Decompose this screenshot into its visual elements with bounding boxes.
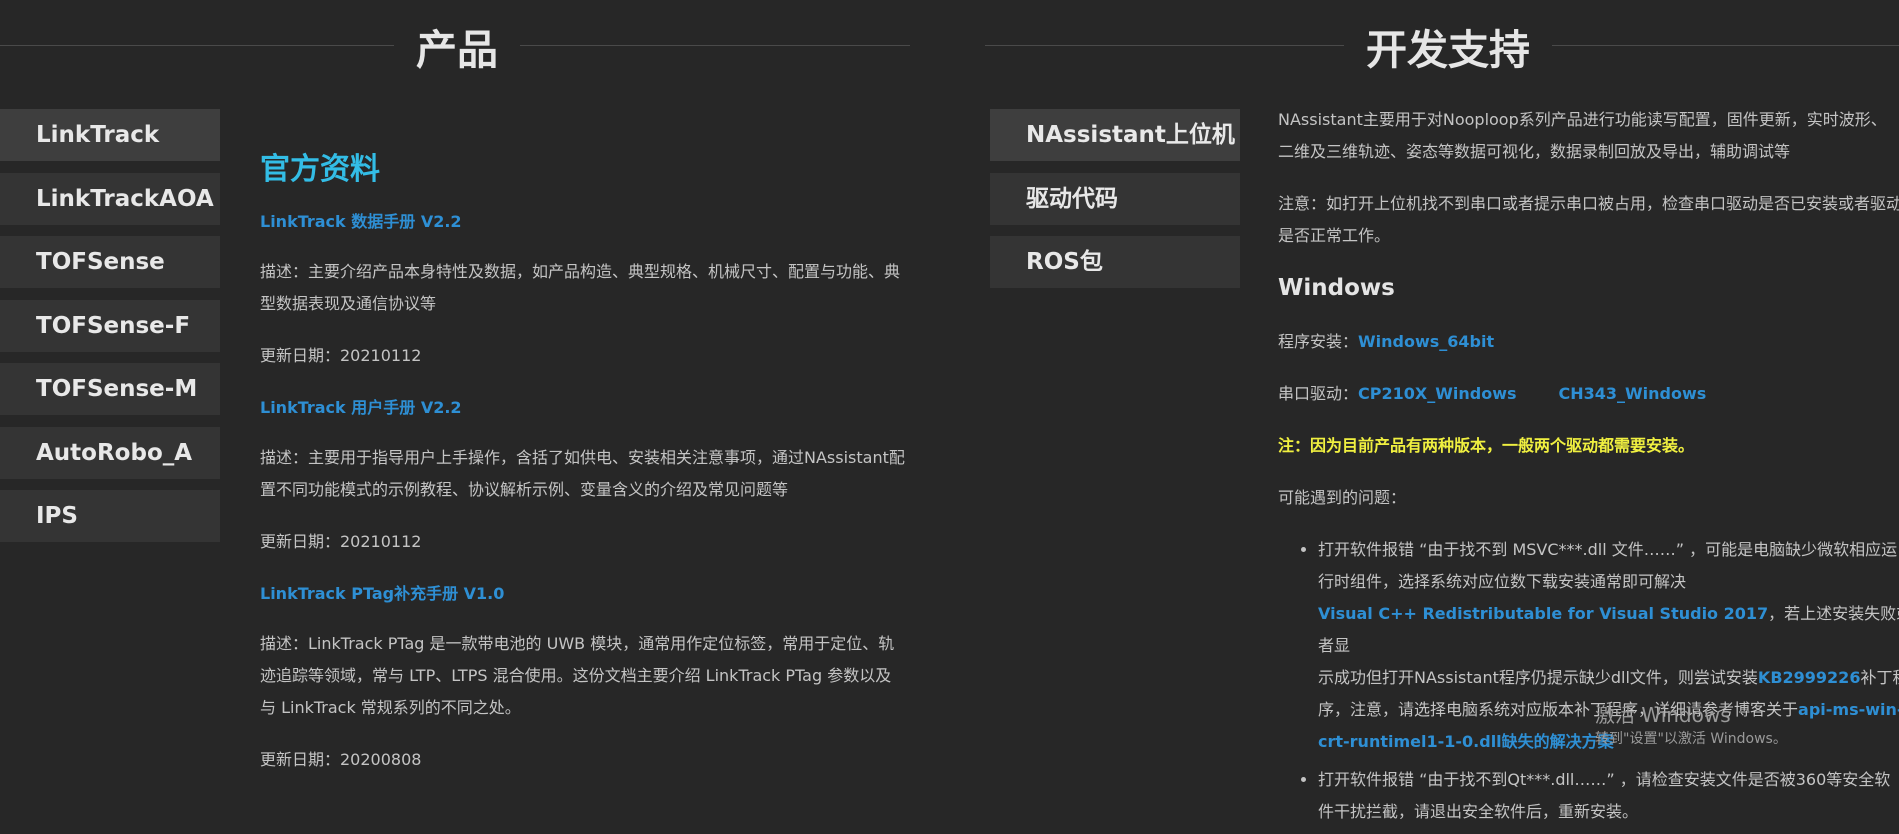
driver-label: 串口驱动： <box>1278 384 1359 403</box>
problems-label: 可能遇到的问题： <box>1278 488 1407 507</box>
issue-text: 示成功但打开NAssistant程序仍提示缺少dll文件，则尝试安装 <box>1318 668 1758 687</box>
doc-description: 描述：主要用于指导用户上手操作，含括了如供电、安装相关注意事项，通过NAssis… <box>260 448 905 499</box>
doc-link-ptag-manual[interactable]: LinkTrack PTag补充手册 V1.0 <box>260 578 905 610</box>
kb2999226-link[interactable]: KB2999226 <box>1758 668 1861 687</box>
issue-text: 补丁程 <box>1860 668 1899 687</box>
products-title: 产品 <box>394 22 520 78</box>
intro-line: 二维及三维轨迹、姿态等数据可视化，数据录制回放及导出，辅助调试等 <box>1278 142 1791 161</box>
doc-link-user-manual[interactable]: LinkTrack 用户手册 V2.2 <box>260 392 905 424</box>
install-row: 程序安装：Windows_64bit <box>1278 326 1899 358</box>
windows-heading: Windows <box>1278 275 1395 301</box>
blog-link-part2[interactable]: crt-runtimel1-1-0.dll缺失的解决方案 <box>1318 732 1614 751</box>
doc-link-datasheet[interactable]: LinkTrack 数据手册 V2.2 <box>260 206 905 238</box>
dev-tab-driver-code[interactable]: 驱动代码 <box>990 173 1240 225</box>
note-line: 是否正常工作。 <box>1278 226 1391 245</box>
doc-description: 描述：主要介绍产品本身特性及数据，如产品构造、典型规格、机械尺寸、配置与功能、典… <box>260 262 901 313</box>
ch343-driver-link[interactable]: CH343_Windows <box>1559 384 1707 403</box>
intro-line: NAssistant主要用于对Nooploop系列产品进行功能读写配置，固件更新… <box>1278 110 1887 129</box>
blog-link-part1[interactable]: api-ms-win- <box>1798 700 1899 719</box>
vc-redist-link[interactable]: Visual C++ Redistributable for Visual St… <box>1318 604 1768 623</box>
dev-tab-ros-package[interactable]: ROS包 <box>990 236 1240 288</box>
product-tab-tofsense-m[interactable]: TOFSense-M <box>0 363 220 415</box>
driver-row: 串口驱动：CP210X_Windows CH343_Windows <box>1278 378 1899 410</box>
watermark-title: 激活 Windows <box>1595 703 1731 727</box>
note-line: 注意：如打开上位机找不到串口或者提示串口被占用，检查串口驱动是否已安装或者驱动 <box>1278 194 1899 213</box>
issue-text: 打开软件报错 “由于找不到 MSVC***.dll 文件……” ，可能是电脑缺少… <box>1318 540 1898 559</box>
download-windows-64bit-link[interactable]: Windows_64bit <box>1358 332 1494 351</box>
product-tab-autorobo-a[interactable]: AutoRobo_A <box>0 427 220 479</box>
issue-list: 打开软件报错 “由于找不到 MSVC***.dll 文件……” ，可能是电脑缺少… <box>1278 534 1899 828</box>
product-tab-tofsense-f[interactable]: TOFSense-F <box>0 300 220 352</box>
product-tab-tofsense[interactable]: TOFSense <box>0 236 220 288</box>
doc-list: LinkTrack 数据手册 V2.2 描述：主要介绍产品本身特性及数据，如产品… <box>260 206 905 796</box>
product-tab-linktrack[interactable]: LinkTrack <box>0 109 220 161</box>
doc-date: 更新日期：20210112 <box>260 346 422 365</box>
install-label: 程序安装： <box>1278 332 1359 351</box>
product-tab-linktrackaoa[interactable]: LinkTrackAOA <box>0 173 220 225</box>
doc-date: 更新日期：20200808 <box>260 750 422 769</box>
official-docs-heading: 官方资料 <box>260 152 380 187</box>
cp210x-driver-link[interactable]: CP210X_Windows <box>1358 384 1516 403</box>
issue-text: 件干扰拦截，请退出安全软件后，重新安装。 <box>1318 802 1639 821</box>
watermark-subtitle: 转到"设置"以激活 Windows。 <box>1595 731 1787 747</box>
product-tab-ips[interactable]: IPS <box>0 490 220 542</box>
dev-title: 开发支持 <box>1344 22 1552 78</box>
issue-text: 行时组件，选择系统对应位数下载安装通常即可解决 <box>1318 572 1687 591</box>
doc-description: 描述：LinkTrack PTag 是一款带电池的 UWB 模块，通常用作定位标… <box>260 634 895 717</box>
issue-text: 打开软件报错 “由于找不到Qt***.dll……” ，请检查安装文件是否被360… <box>1318 770 1891 789</box>
doc-date: 更新日期：20210112 <box>260 532 422 551</box>
dev-tab-nassistant[interactable]: NAssistant上位机 <box>990 109 1240 161</box>
driver-warning: 注：因为目前产品有两种版本，一般两个驱动都需要安装。 <box>1278 436 1695 455</box>
issue-item: 打开软件报错 “由于找不到Qt***.dll……” ，请检查安装文件是否被360… <box>1318 764 1899 828</box>
nassistant-content: NAssistant主要用于对Nooploop系列产品进行功能读写配置，固件更新… <box>1278 104 1899 834</box>
activation-watermark: 激活 Windows 转到"设置"以激活 Windows。 <box>1595 702 1787 750</box>
